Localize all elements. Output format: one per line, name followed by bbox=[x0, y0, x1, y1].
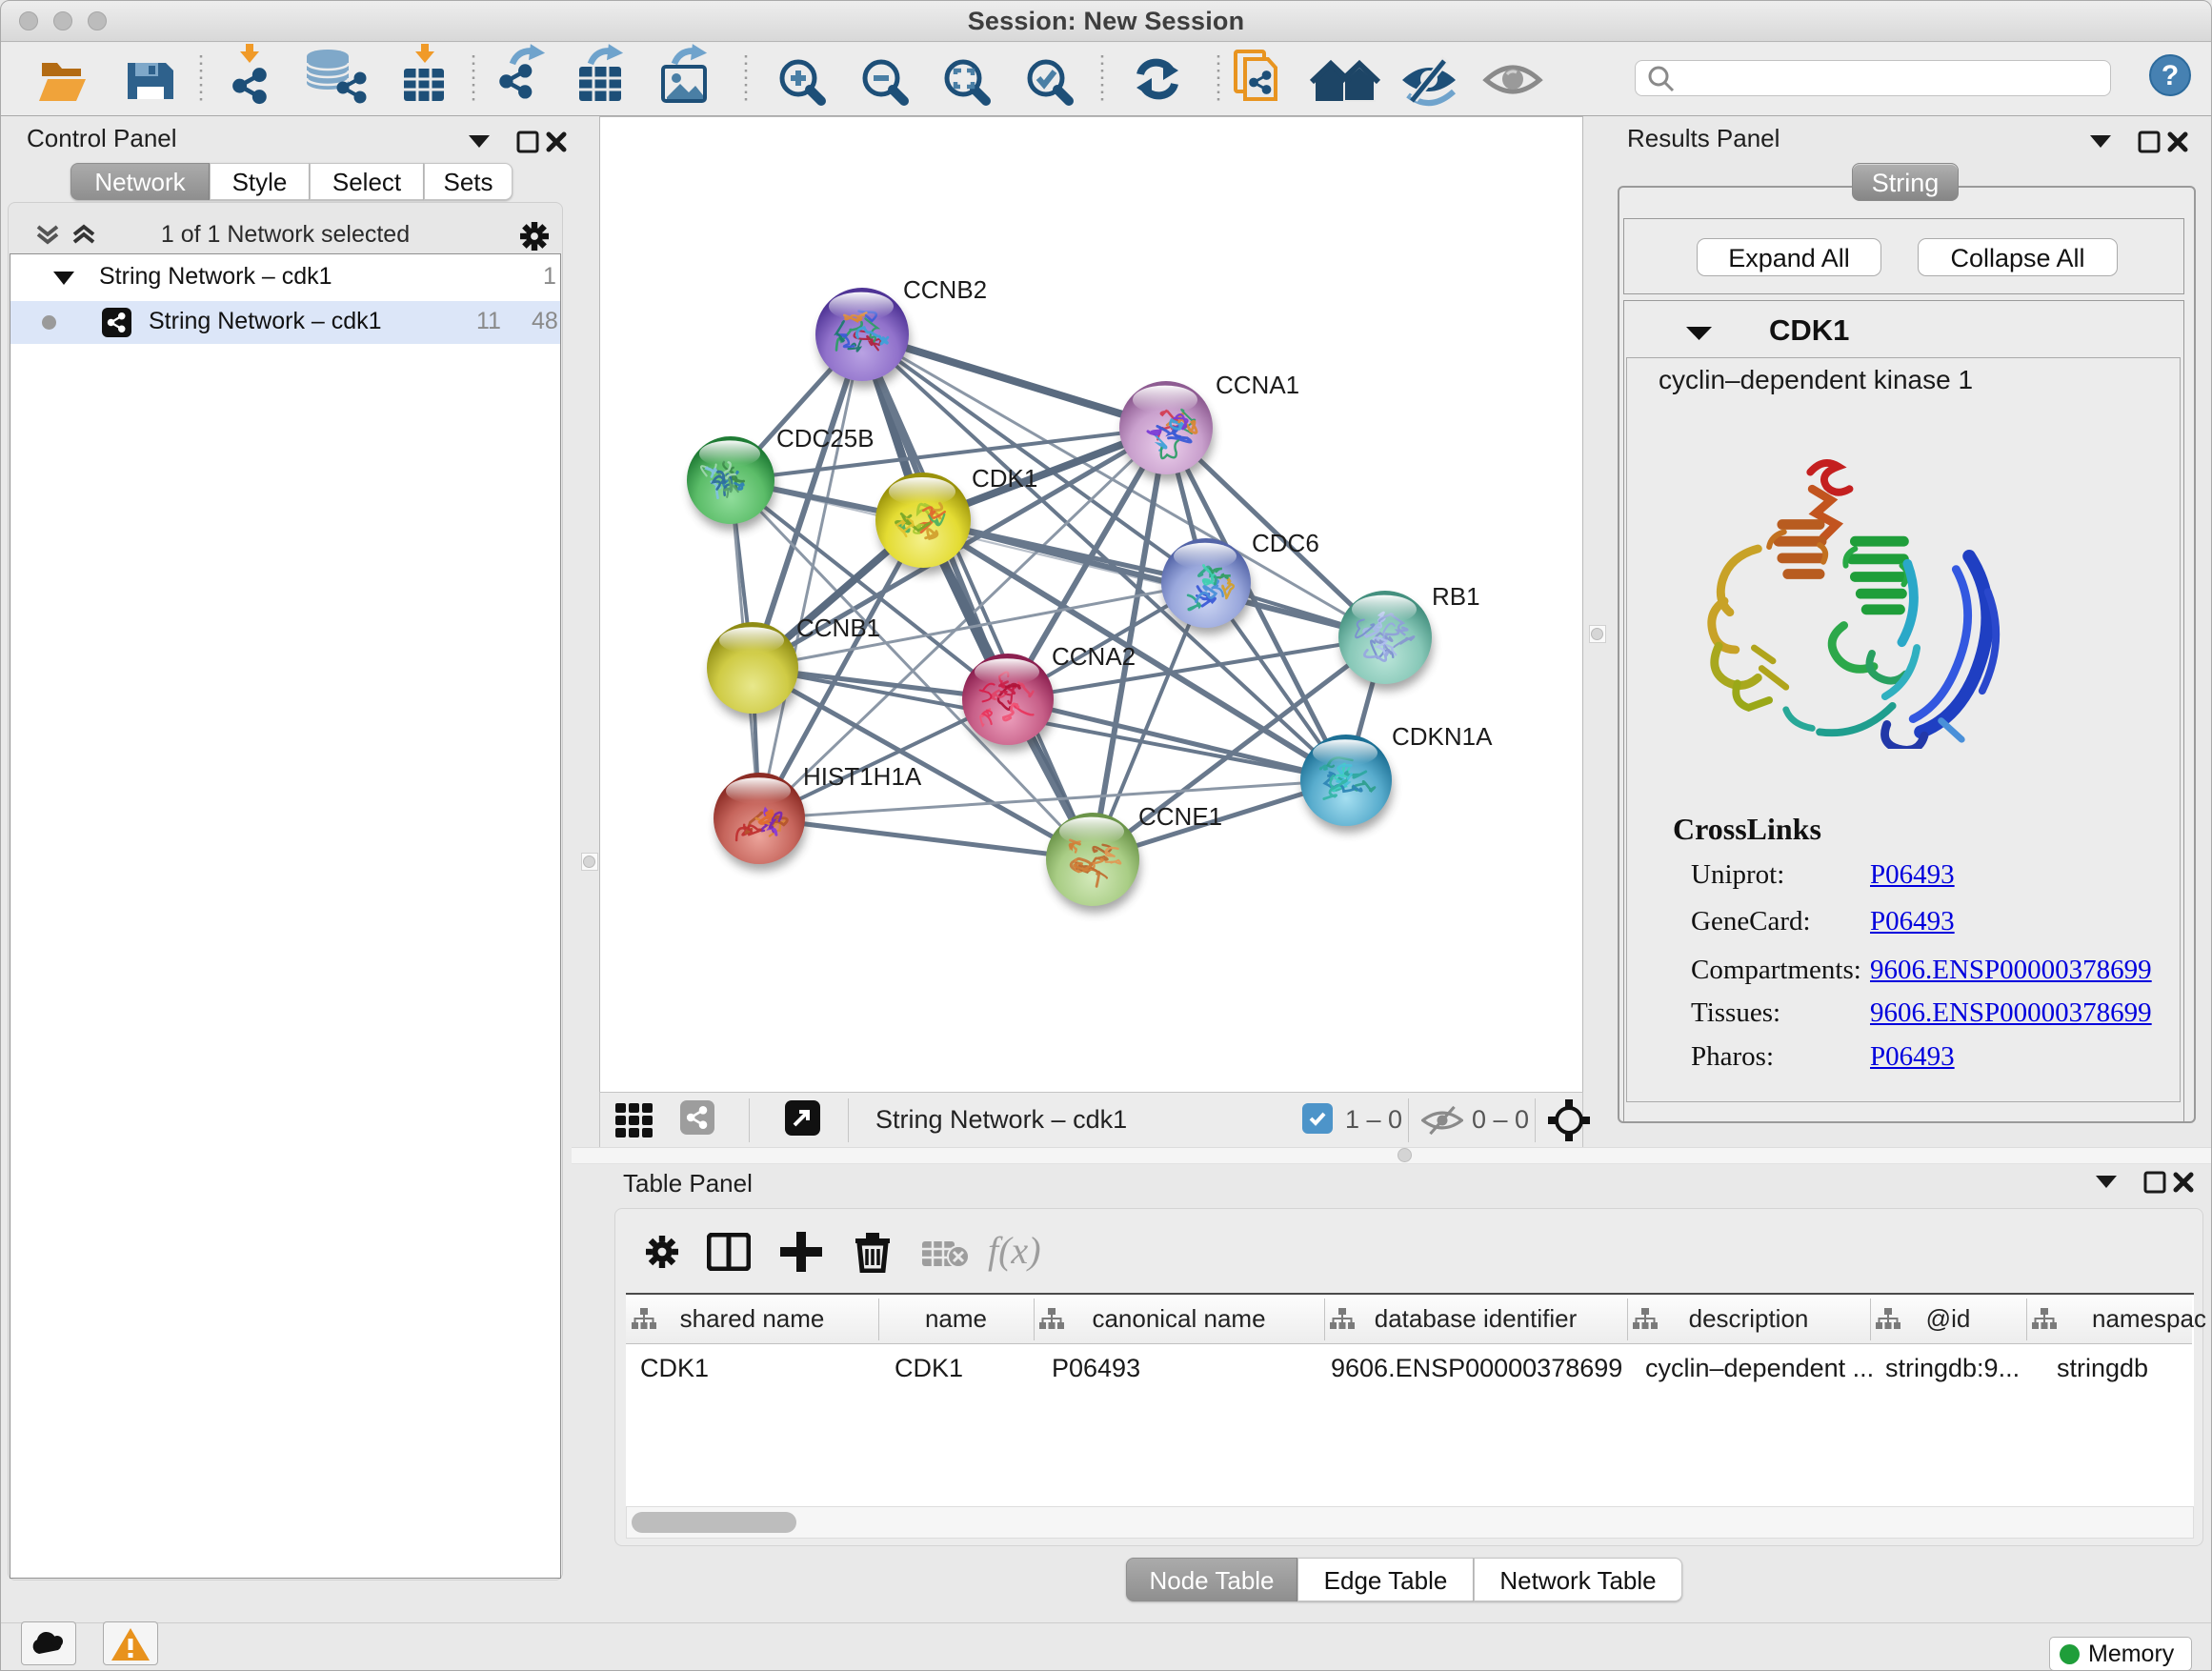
svg-text:CDC25B: CDC25B bbox=[776, 424, 875, 453]
svg-text:RB1: RB1 bbox=[1432, 582, 1480, 611]
svg-text:CDK1: CDK1 bbox=[972, 464, 1037, 493]
svg-text:CDKN1A: CDKN1A bbox=[1392, 722, 1493, 751]
svg-text:CCNE1: CCNE1 bbox=[1138, 802, 1222, 831]
svg-text:CCNB2: CCNB2 bbox=[903, 275, 987, 304]
svg-text:CCNB1: CCNB1 bbox=[796, 614, 880, 642]
svg-text:CCNA2: CCNA2 bbox=[1052, 642, 1136, 671]
svg-text:CDC6: CDC6 bbox=[1252, 529, 1319, 557]
svg-text:CCNA1: CCNA1 bbox=[1216, 371, 1299, 399]
svg-text:HIST1H1A: HIST1H1A bbox=[803, 762, 922, 791]
